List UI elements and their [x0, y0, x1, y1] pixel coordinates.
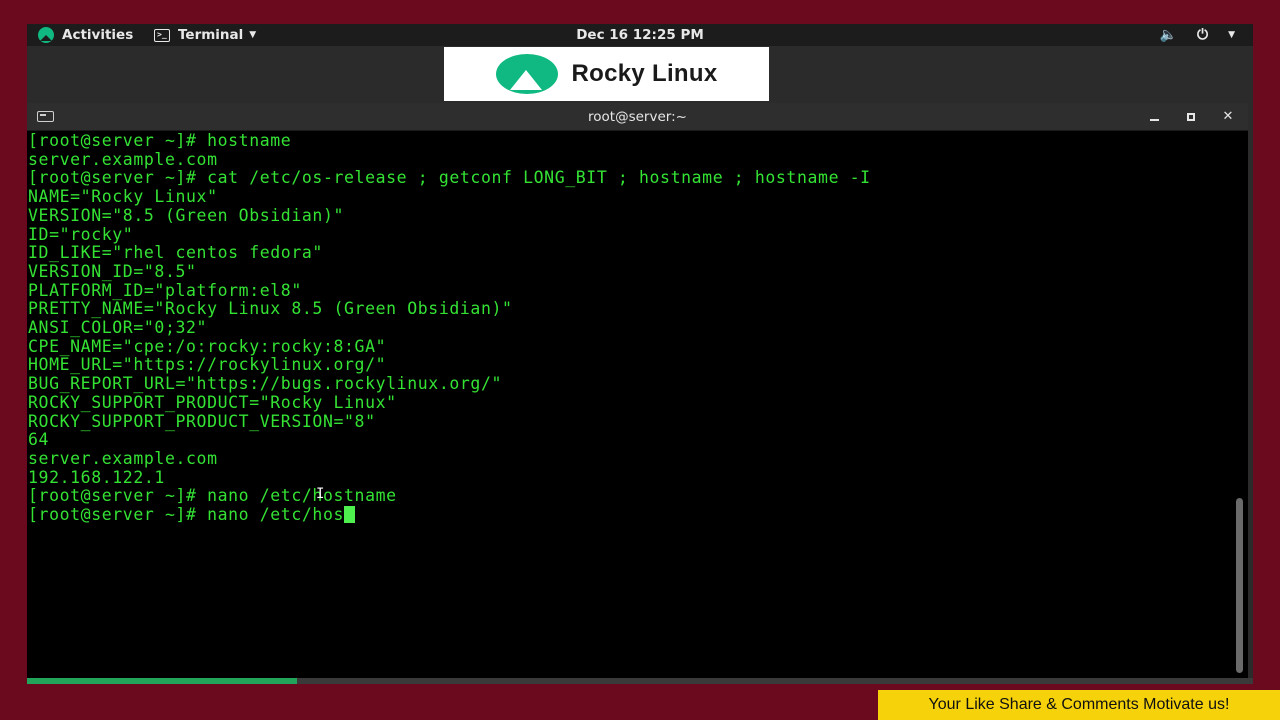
terminal-line: ROCKY_SUPPORT_PRODUCT="Rocky Linux": [28, 392, 397, 412]
terminal-line: ID_LIKE="rhel centos fedora": [28, 243, 323, 263]
window-titlebar[interactable]: root@server:~ ✕: [27, 103, 1248, 131]
window-title: root@server:~: [588, 108, 687, 125]
promo-banner: Your Like Share & Comments Motivate us!: [878, 690, 1280, 720]
clock[interactable]: Dec 16 12:25 PM: [27, 24, 1253, 46]
terminal-line: VERSION="8.5 (Green Obsidian)": [28, 205, 345, 225]
terminal-line: ROCKY_SUPPORT_PRODUCT_VERSION="8": [28, 411, 376, 431]
minimize-icon: [1149, 118, 1159, 121]
terminal-line: 192.168.122.1: [28, 467, 165, 487]
new-tab-icon[interactable]: [37, 111, 54, 122]
minimize-button[interactable]: [1144, 107, 1164, 127]
video-progress-bar[interactable]: [27, 678, 1253, 684]
terminal-line: ANSI_COLOR="0;32": [28, 318, 208, 338]
system-tray[interactable]: 🔈 ⏻ ▼: [1160, 24, 1235, 46]
rocky-linux-banner: Rocky Linux: [444, 47, 769, 101]
terminal-line: CPE_NAME="cpe:/o:rocky:rocky:8:GA": [28, 336, 387, 356]
terminal-line: PRETTY_NAME="Rocky Linux 8.5 (Green Obsi…: [28, 299, 513, 319]
terminal-line: BUG_REPORT_URL="https://bugs.rockylinux.…: [28, 374, 503, 394]
terminal-line: [root@server ~]# hostname: [28, 132, 292, 150]
terminal-input-line[interactable]: [root@server ~]# nano /etc/hos: [28, 505, 1233, 525]
close-button[interactable]: ✕: [1218, 107, 1238, 127]
text-cursor: [344, 506, 356, 524]
chevron-down-icon[interactable]: ▼: [1228, 30, 1235, 40]
maximize-button[interactable]: [1181, 107, 1201, 127]
promo-text: Your Like Share & Comments Motivate us!: [928, 696, 1230, 713]
current-command: [root@server ~]# nano /etc/hos: [28, 505, 345, 525]
terminal-window[interactable]: root@server:~ ✕ [root@server ~]# hostnam…: [27, 103, 1248, 684]
terminal-line: [root@server ~]# cat /etc/os-release ; g…: [28, 168, 871, 188]
volume-icon[interactable]: 🔈: [1160, 27, 1177, 43]
terminal-line: [root@server ~]# nano /etc/hostname: [28, 486, 397, 506]
mouse-ibeam-cursor-icon: I: [316, 486, 325, 502]
desktop-screen: Activities >_ Terminal ▼ Dec 16 12:25 PM…: [27, 24, 1253, 684]
terminal-line: NAME="Rocky Linux": [28, 187, 218, 207]
close-icon: ✕: [1222, 109, 1234, 124]
gnome-top-bar: Activities >_ Terminal ▼ Dec 16 12:25 PM…: [27, 24, 1253, 46]
terminal-line: HOME_URL="https://rockylinux.org/": [28, 355, 387, 375]
video-progress-fill: [27, 678, 297, 684]
terminal-line: PLATFORM_ID="platform:el8": [28, 280, 302, 300]
rocky-mountain-logo-icon: [495, 54, 558, 94]
power-icon[interactable]: ⏻: [1197, 27, 1208, 43]
clock-label: Dec 16 12:25 PM: [576, 27, 704, 43]
banner-logo-text: Rocky Linux: [571, 60, 718, 87]
terminal-scrollbar[interactable]: [1236, 498, 1243, 673]
terminal-line: ID="rocky": [28, 224, 134, 244]
terminal-line: server.example.com: [28, 149, 218, 169]
terminal-output[interactable]: [root@server ~]# hostname server.example.…: [28, 132, 1233, 684]
maximize-icon: [1187, 112, 1195, 121]
terminal-line: 64: [28, 430, 50, 450]
terminal-line: VERSION_ID="8.5": [28, 261, 197, 281]
terminal-line: server.example.com: [28, 448, 218, 468]
